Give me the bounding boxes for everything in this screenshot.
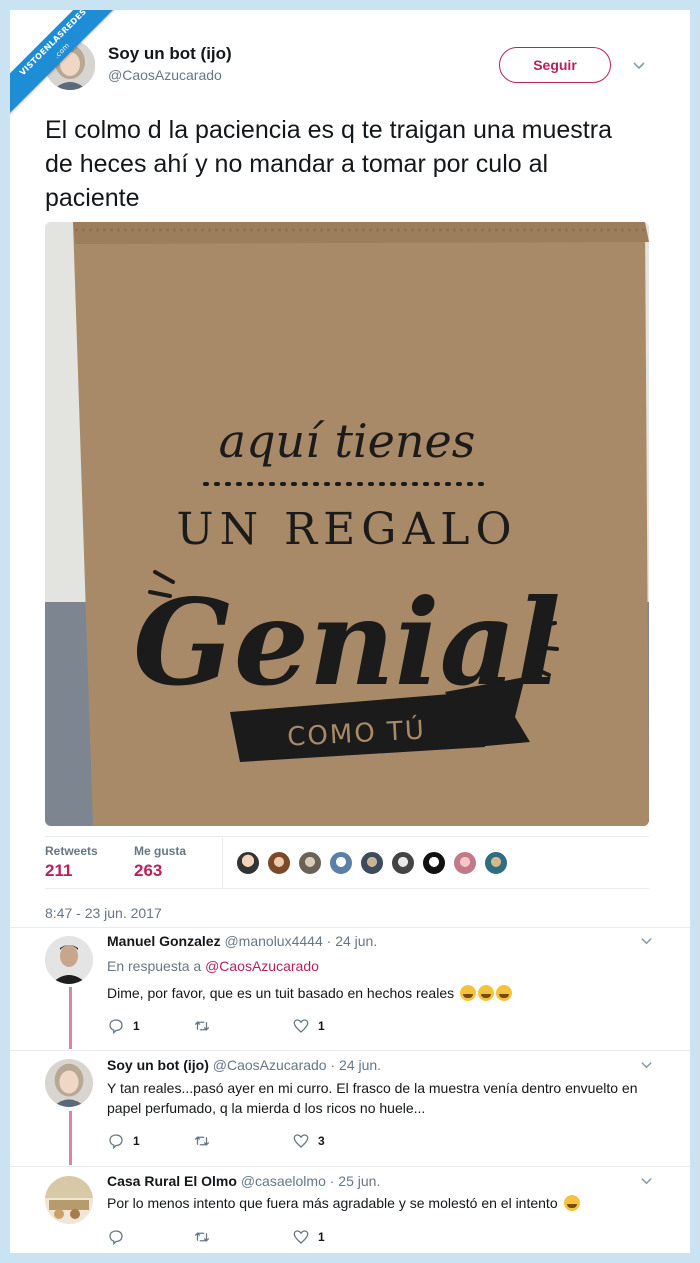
tweet-card: VISTOENLASREDES .com Soy un bot (ijo) @C… xyxy=(10,10,690,1253)
reply-header: Soy un bot (ijo) @CaosAzucarado · 24 jun… xyxy=(107,1057,381,1073)
retweet-button[interactable] xyxy=(193,1228,219,1246)
reply-author-handle[interactable]: @CaosAzucarado xyxy=(213,1057,327,1073)
reply-context: En respuesta a @CaosAzucarado xyxy=(107,958,319,974)
reply-author-handle[interactable]: @manolux4444 xyxy=(224,933,322,949)
liker-avatar[interactable] xyxy=(421,850,447,876)
like-count: 1 xyxy=(318,1019,325,1033)
liker-avatar[interactable] xyxy=(235,850,261,876)
divider xyxy=(10,927,690,928)
like-button[interactable]: 1 xyxy=(292,1017,325,1035)
divider xyxy=(10,1166,690,1167)
reply-count: 1 xyxy=(133,1019,140,1033)
reply-avatar[interactable] xyxy=(45,936,93,984)
reply-text-body: Dime, por favor, que es un tuit basado e… xyxy=(107,985,455,1001)
reply-header: Manuel Gonzalez @manolux4444 · 24 jun. xyxy=(107,933,377,949)
reply-author-name[interactable]: Casa Rural El Olmo xyxy=(107,1173,237,1189)
reply-author-name[interactable]: Soy un bot (ijo) xyxy=(107,1057,209,1073)
reply-header: Casa Rural El Olmo @casaelolmo · 25 jun. xyxy=(107,1173,380,1189)
follow-button[interactable]: Seguir xyxy=(499,47,611,83)
divider xyxy=(45,888,649,889)
like-icon xyxy=(293,1230,309,1244)
reply-text: Y tan reales...pasó ayer en mi curro. El… xyxy=(107,1080,638,1116)
reply-icon xyxy=(109,1019,123,1035)
liker-avatar[interactable] xyxy=(452,850,478,876)
reply-count: 1 xyxy=(133,1134,140,1148)
liker-avatar[interactable] xyxy=(483,850,509,876)
thread-line xyxy=(69,1111,72,1165)
reply-text: Por lo menos intento que fuera más agrad… xyxy=(107,1193,647,1213)
reply-author-handle[interactable]: @casaelolmo xyxy=(241,1173,326,1189)
retweet-icon xyxy=(194,1232,210,1242)
retweets-label[interactable]: Retweets xyxy=(45,844,98,858)
like-count: 1 xyxy=(318,1230,325,1244)
chevron-down-icon[interactable] xyxy=(640,934,653,950)
retweet-icon xyxy=(194,1136,210,1146)
tweet-text: El colmo d la paciencia es q te traigan … xyxy=(45,116,612,212)
likes-label[interactable]: Me gusta xyxy=(134,844,186,858)
tweet-photo[interactable]: aquí tienes UN REGALO Genial COMO TÚ xyxy=(45,222,649,826)
chevron-down-icon[interactable] xyxy=(640,1058,653,1074)
laughing-emoji-icon xyxy=(478,985,494,1001)
reply-date[interactable]: · 24 jun. xyxy=(327,933,378,949)
reply-text: Dime, por favor, que es un tuit basado e… xyxy=(107,983,647,1003)
reply-icon xyxy=(109,1230,123,1246)
laughing-emoji-icon xyxy=(496,985,512,1001)
photo-text-line2: UN REGALO xyxy=(176,504,517,555)
reply-context-prefix: En respuesta a xyxy=(107,958,202,974)
reply-text-body: Por lo menos intento que fuera más agrad… xyxy=(107,1195,558,1211)
author-handle[interactable]: @CaosAzucarado xyxy=(108,67,222,83)
chevron-down-icon[interactable] xyxy=(640,1174,653,1190)
reply-date[interactable]: · 25 jun. xyxy=(330,1173,381,1189)
liker-avatar[interactable] xyxy=(390,850,416,876)
stats-separator xyxy=(222,838,223,888)
retweet-button[interactable] xyxy=(193,1017,219,1035)
reply-icon xyxy=(109,1134,123,1150)
reply-context-handle[interactable]: @CaosAzucarado xyxy=(205,958,319,974)
like-icon xyxy=(293,1019,309,1033)
tweet-timestamp[interactable]: 8:47 - 23 jun. 2017 xyxy=(45,905,162,921)
reply-author-name[interactable]: Manuel Gonzalez xyxy=(107,933,221,949)
like-count: 3 xyxy=(318,1134,325,1148)
reply-button[interactable] xyxy=(107,1228,133,1246)
retweets-count[interactable]: 211 xyxy=(45,861,72,881)
liker-avatar[interactable] xyxy=(328,850,354,876)
divider xyxy=(10,1050,690,1051)
reply-date[interactable]: · 24 jun. xyxy=(330,1057,381,1073)
retweet-icon xyxy=(194,1021,210,1031)
like-button[interactable]: 3 xyxy=(292,1132,325,1150)
chevron-down-icon[interactable] xyxy=(632,58,646,72)
liker-avatar[interactable] xyxy=(297,850,323,876)
photo-text-line1: aquí tienes xyxy=(219,414,476,468)
retweet-button[interactable] xyxy=(193,1132,219,1150)
liker-avatar[interactable] xyxy=(359,850,385,876)
laughing-emoji-icon xyxy=(460,985,476,1001)
like-button[interactable]: 1 xyxy=(292,1228,325,1246)
laughing-emoji-icon xyxy=(563,1195,580,1211)
reply-button[interactable]: 1 xyxy=(107,1017,140,1035)
reply-avatar[interactable] xyxy=(45,1176,93,1224)
divider xyxy=(45,836,649,837)
like-icon xyxy=(293,1134,309,1148)
liker-avatar[interactable] xyxy=(266,850,292,876)
reply-avatar[interactable] xyxy=(45,1059,93,1107)
likes-count[interactable]: 263 xyxy=(134,861,162,881)
reply-button[interactable]: 1 xyxy=(107,1132,140,1150)
author-name[interactable]: Soy un bot (ijo) xyxy=(108,44,232,64)
thread-line xyxy=(69,987,72,1049)
